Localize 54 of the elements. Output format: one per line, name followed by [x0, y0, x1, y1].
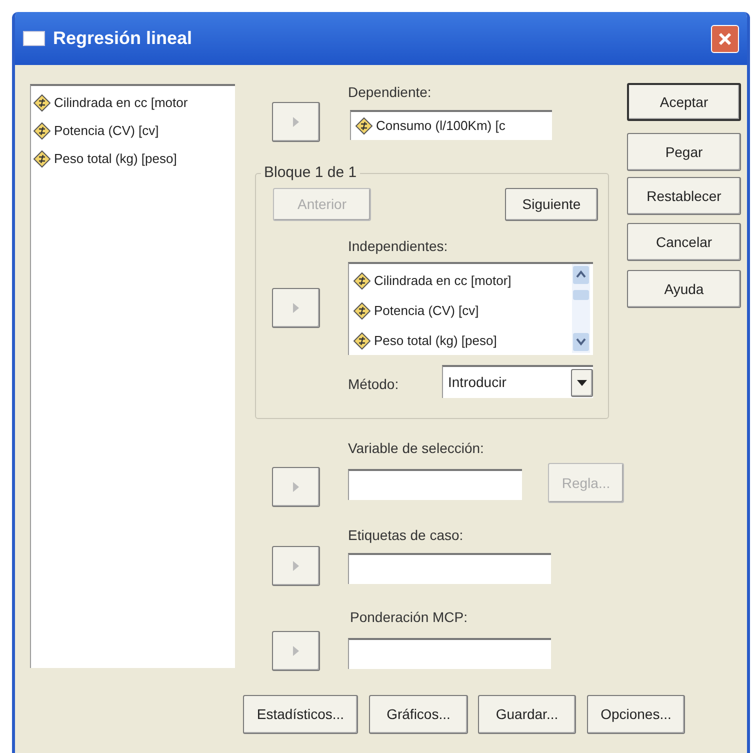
arrow-button[interactable]	[272, 546, 320, 586]
dialog-button[interactable]: Opciones...	[587, 695, 685, 734]
list-item[interactable]: Cilindrada en cc [motor]	[353, 266, 569, 296]
dialog-button[interactable]: Pegar	[627, 133, 741, 171]
independents-list[interactable]: Cilindrada en cc [motor] Potencia (CV) [cv] Peso total (kg) [peso]	[348, 262, 593, 355]
dialog-button[interactable]: Estadísticos...	[243, 695, 358, 734]
diamond-variable-icon	[353, 272, 371, 290]
case-labels-field[interactable]	[348, 553, 551, 584]
dialog-button[interactable]: Restablecer	[627, 177, 741, 215]
diamond-variable-icon	[33, 122, 51, 140]
dropdown-button[interactable]	[571, 368, 593, 396]
field-label: Etiquetas de caso:	[348, 527, 464, 543]
dependent-field[interactable]: Consumo (l/100Km) [c	[350, 110, 552, 140]
diamond-variable-icon	[33, 150, 51, 168]
caret-icon	[577, 380, 587, 386]
arrow-button[interactable]	[272, 631, 320, 671]
group-title: Bloque 1 de 1	[261, 165, 360, 181]
field-label: Ponderación MCP:	[350, 609, 468, 625]
method-dropdown[interactable]: Introducir	[442, 365, 593, 398]
variable-list[interactable]: Cilindrada en cc [motor Potencia (CV) [cv] Peso total (kg) [peso]	[30, 84, 235, 668]
window-title: Regresión lineal	[53, 27, 192, 50]
dialog-button[interactable]: Guardar...	[478, 695, 576, 734]
list-item[interactable]: Cilindrada en cc [motor	[33, 89, 233, 117]
arrow-button[interactable]	[272, 288, 320, 328]
arrow-right-icon	[292, 481, 300, 493]
dialog-button[interactable]: Cancelar	[627, 223, 741, 261]
diamond-variable-icon	[355, 117, 373, 135]
list-item[interactable]: Peso total (kg) [peso]	[353, 326, 569, 355]
arrow-right-icon	[292, 645, 300, 657]
dialog-button[interactable]: Aceptar	[627, 83, 741, 121]
field-label: Dependiente:	[348, 84, 432, 100]
next-button[interactable]: Siguiente	[505, 188, 598, 221]
field-label: Método:	[348, 376, 399, 392]
arrow-button[interactable]	[272, 467, 320, 507]
dialog-button[interactable]: Gráficos...	[369, 695, 468, 734]
selection-variable-field[interactable]	[348, 469, 522, 500]
field-label: Independientes:	[348, 238, 448, 254]
list-item[interactable]: Peso total (kg) [peso]	[33, 145, 233, 173]
window-icon	[23, 31, 45, 46]
dialog-button[interactable]: Ayuda	[627, 270, 741, 308]
arrow-right-icon	[292, 302, 300, 314]
scrollbar[interactable]	[572, 264, 590, 353]
diamond-variable-icon	[33, 94, 51, 112]
field-label: Variable de selección:	[348, 440, 484, 456]
arrow-right-icon	[292, 560, 300, 572]
arrow-right-icon	[292, 116, 300, 128]
diamond-variable-icon	[353, 332, 371, 350]
arrow-button[interactable]	[272, 102, 320, 142]
close-button[interactable]	[711, 24, 739, 52]
list-item[interactable]: Potencia (CV) [cv]	[353, 296, 569, 326]
diamond-variable-icon	[353, 302, 371, 320]
weight-field[interactable]	[348, 638, 551, 669]
close-icon	[717, 30, 733, 46]
list-item[interactable]: Potencia (CV) [cv]	[33, 117, 233, 145]
